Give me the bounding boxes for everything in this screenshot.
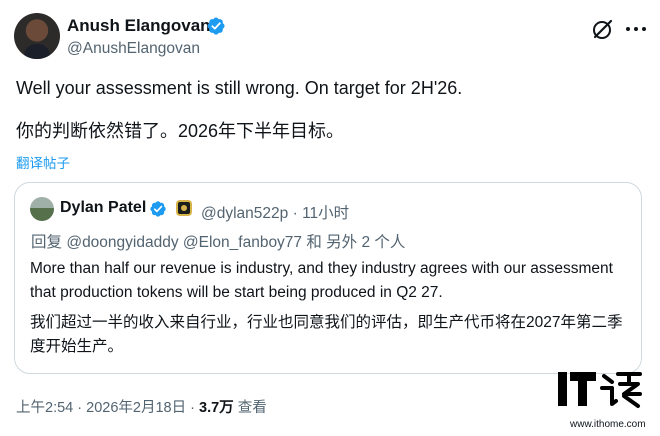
footer-separator: ·: [77, 400, 83, 416]
quote-text-zh: 我们超过一半的收入来自行业，行业也同意我们的评估，即生产代币将在2027年第二季…: [30, 314, 623, 355]
tweet-text-en: Well your assessment is still wrong. On …: [16, 78, 463, 98]
quote-author-avatar[interactable]: [30, 197, 54, 221]
quote-meta: @dylan522p · 11小时: [201, 201, 349, 223]
quote-author-name[interactable]: Dylan Patel: [60, 199, 146, 217]
quote-verified-badge-icon: [150, 201, 166, 217]
reply-context: 回复 @doongyidaddy @Elon_fanboy77 和 另外 2 个…: [31, 230, 405, 252]
meta-separator: ·: [292, 205, 298, 222]
view-count: 3.7万: [199, 400, 234, 416]
ithome-logo-icon: [558, 372, 642, 408]
more-options-icon[interactable]: [624, 18, 648, 40]
author-avatar[interactable]: [14, 13, 60, 59]
tweet-footer: 上午2:54 · 2026年2月18日 · 3.7万 查看: [16, 396, 267, 417]
watermark-url: www.ithome.com: [570, 419, 646, 430]
author-handle[interactable]: @AnushElangovan: [67, 40, 200, 58]
grok-icon[interactable]: [591, 17, 615, 41]
footer-separator: ·: [190, 400, 195, 416]
post-time[interactable]: 上午2:54: [16, 400, 73, 416]
affiliate-badge-icon: [176, 200, 192, 216]
reply-to-users[interactable]: @doongyidaddy @Elon_fanboy77 和 另外 2 个人: [66, 234, 405, 251]
translate-post-link[interactable]: 翻译帖子: [16, 152, 70, 172]
view-label: 查看: [237, 400, 267, 416]
quote-author-handle[interactable]: @dylan522p: [201, 205, 288, 222]
tweet-text-zh: 你的判断依然错了。2026年下半年目标。: [16, 121, 345, 141]
reply-prefix: 回复: [31, 234, 63, 251]
author-name[interactable]: Anush Elangovan: [67, 16, 211, 36]
quote-timestamp[interactable]: 11小时: [302, 205, 349, 222]
post-date[interactable]: 2026年2月18日: [86, 400, 186, 416]
verified-badge-icon: [207, 17, 225, 35]
quote-text-en: More than half our revenue is industry, …: [30, 260, 613, 301]
